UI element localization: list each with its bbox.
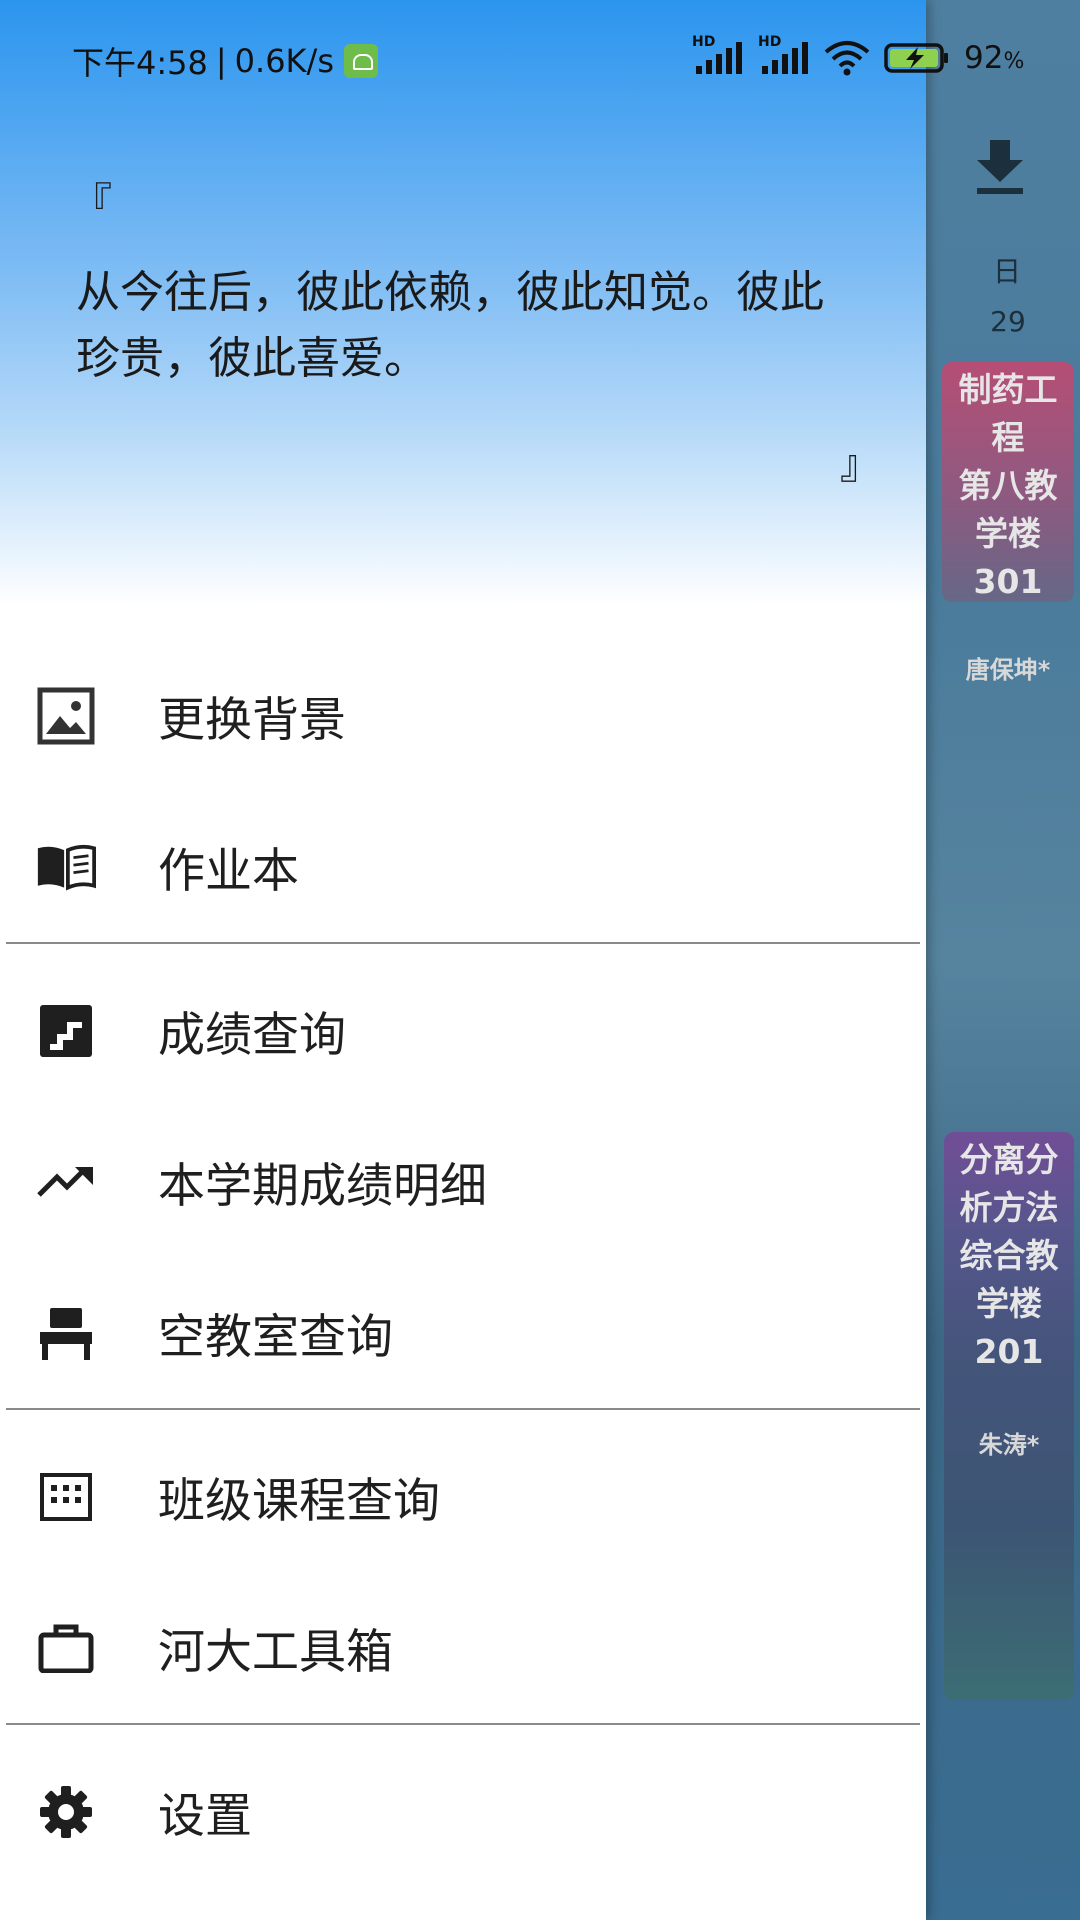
day-number: 29: [990, 305, 1026, 338]
navigation-drawer: 『 从今往后，彼此依赖，彼此知觉。彼此珍贵，彼此喜爱。 』 更换背景 作业本 成…: [0, 0, 926, 1920]
status-net-speed: 0.6K/s: [234, 42, 334, 80]
course-card[interactable]: 分离分 析方法 综合教 学楼 201: [944, 1132, 1074, 1700]
menu-item-toolbox[interactable]: 河大工具箱: [0, 1572, 926, 1723]
menu-item-grade-query[interactable]: 成绩查询: [0, 955, 926, 1106]
course-title-line: 学楼: [976, 1284, 1042, 1323]
android-notification-icon: [343, 44, 378, 78]
battery-value: 92: [964, 40, 1004, 76]
course-title-line: 综合教: [959, 1236, 1059, 1275]
stairs-icon: [36, 1001, 96, 1061]
signal-icon: HD: [692, 34, 744, 76]
status-separator: |: [215, 42, 227, 80]
course-teacher: 朱涛*: [978, 1431, 1040, 1459]
quote-text: 从今往后，彼此依赖，彼此知觉。彼此珍贵，彼此喜爱。: [76, 267, 824, 384]
menu-item-homework[interactable]: 作业本: [0, 791, 926, 942]
wifi-icon: [824, 41, 870, 76]
course-title-line: 学楼: [975, 514, 1041, 553]
menu-item-label: 河大工具箱: [158, 1625, 393, 1680]
course-title-line: 第八教: [958, 466, 1058, 505]
menu-item-empty-classroom[interactable]: 空教室查询: [0, 1257, 926, 1408]
course-title-line: 析方法: [959, 1188, 1059, 1227]
gear-icon: [36, 1782, 96, 1842]
course-title-line: 分离分: [959, 1140, 1059, 1179]
course-title-line: 301: [973, 562, 1043, 601]
course-card[interactable]: 制药工 程 第八教 学楼 301: [942, 362, 1074, 602]
book-icon: [36, 837, 96, 897]
battery-charging-icon: [884, 43, 948, 73]
quote-open-mark: 『: [72, 180, 112, 226]
menu-item-label: 空教室查询: [158, 1310, 393, 1365]
battery-unit: %: [1003, 49, 1025, 74]
download-icon[interactable]: [975, 140, 1025, 194]
image-icon: [36, 686, 96, 746]
calendar-grid-icon: [36, 1467, 96, 1527]
briefcase-icon: [36, 1618, 96, 1678]
trending-up-icon: [36, 1152, 96, 1212]
menu-item-label: 作业本: [158, 844, 299, 899]
menu-item-label: 班级课程查询: [158, 1474, 440, 1529]
menu-item-class-schedule[interactable]: 班级课程查询: [0, 1421, 926, 1572]
signal-icon: HD: [758, 34, 810, 76]
menu-item-semester-grades[interactable]: 本学期成绩明细: [0, 1106, 926, 1257]
course-title-line: 201: [974, 1332, 1044, 1371]
menu-item-change-background[interactable]: 更换背景: [0, 640, 926, 791]
course-title-line: 程: [991, 418, 1025, 457]
status-bar: 下午4:58 | 0.6K/s HD HD 92%: [0, 0, 1080, 120]
menu-item-label: 本学期成绩明细: [158, 1159, 487, 1214]
menu-item-settings[interactable]: 设置: [0, 1736, 926, 1887]
drawer-menu: 更换背景 作业本 成绩查询 本学期成绩明细 空教室查询 班级课程查询 河大工具箱…: [0, 640, 926, 1887]
status-time: 下午4:58: [72, 44, 208, 82]
chair-icon: [36, 1303, 96, 1363]
menu-item-label: 更换背景: [158, 693, 346, 748]
course-teacher: 唐保坤*: [965, 656, 1051, 684]
day-label: 日: [992, 255, 1021, 288]
course-title-line: 制药工: [958, 370, 1058, 409]
quote-close-mark: 』: [840, 442, 880, 488]
menu-item-label: 成绩查询: [158, 1008, 346, 1063]
battery-percentage: 92%: [964, 40, 1024, 76]
menu-item-label: 设置: [158, 1789, 252, 1844]
